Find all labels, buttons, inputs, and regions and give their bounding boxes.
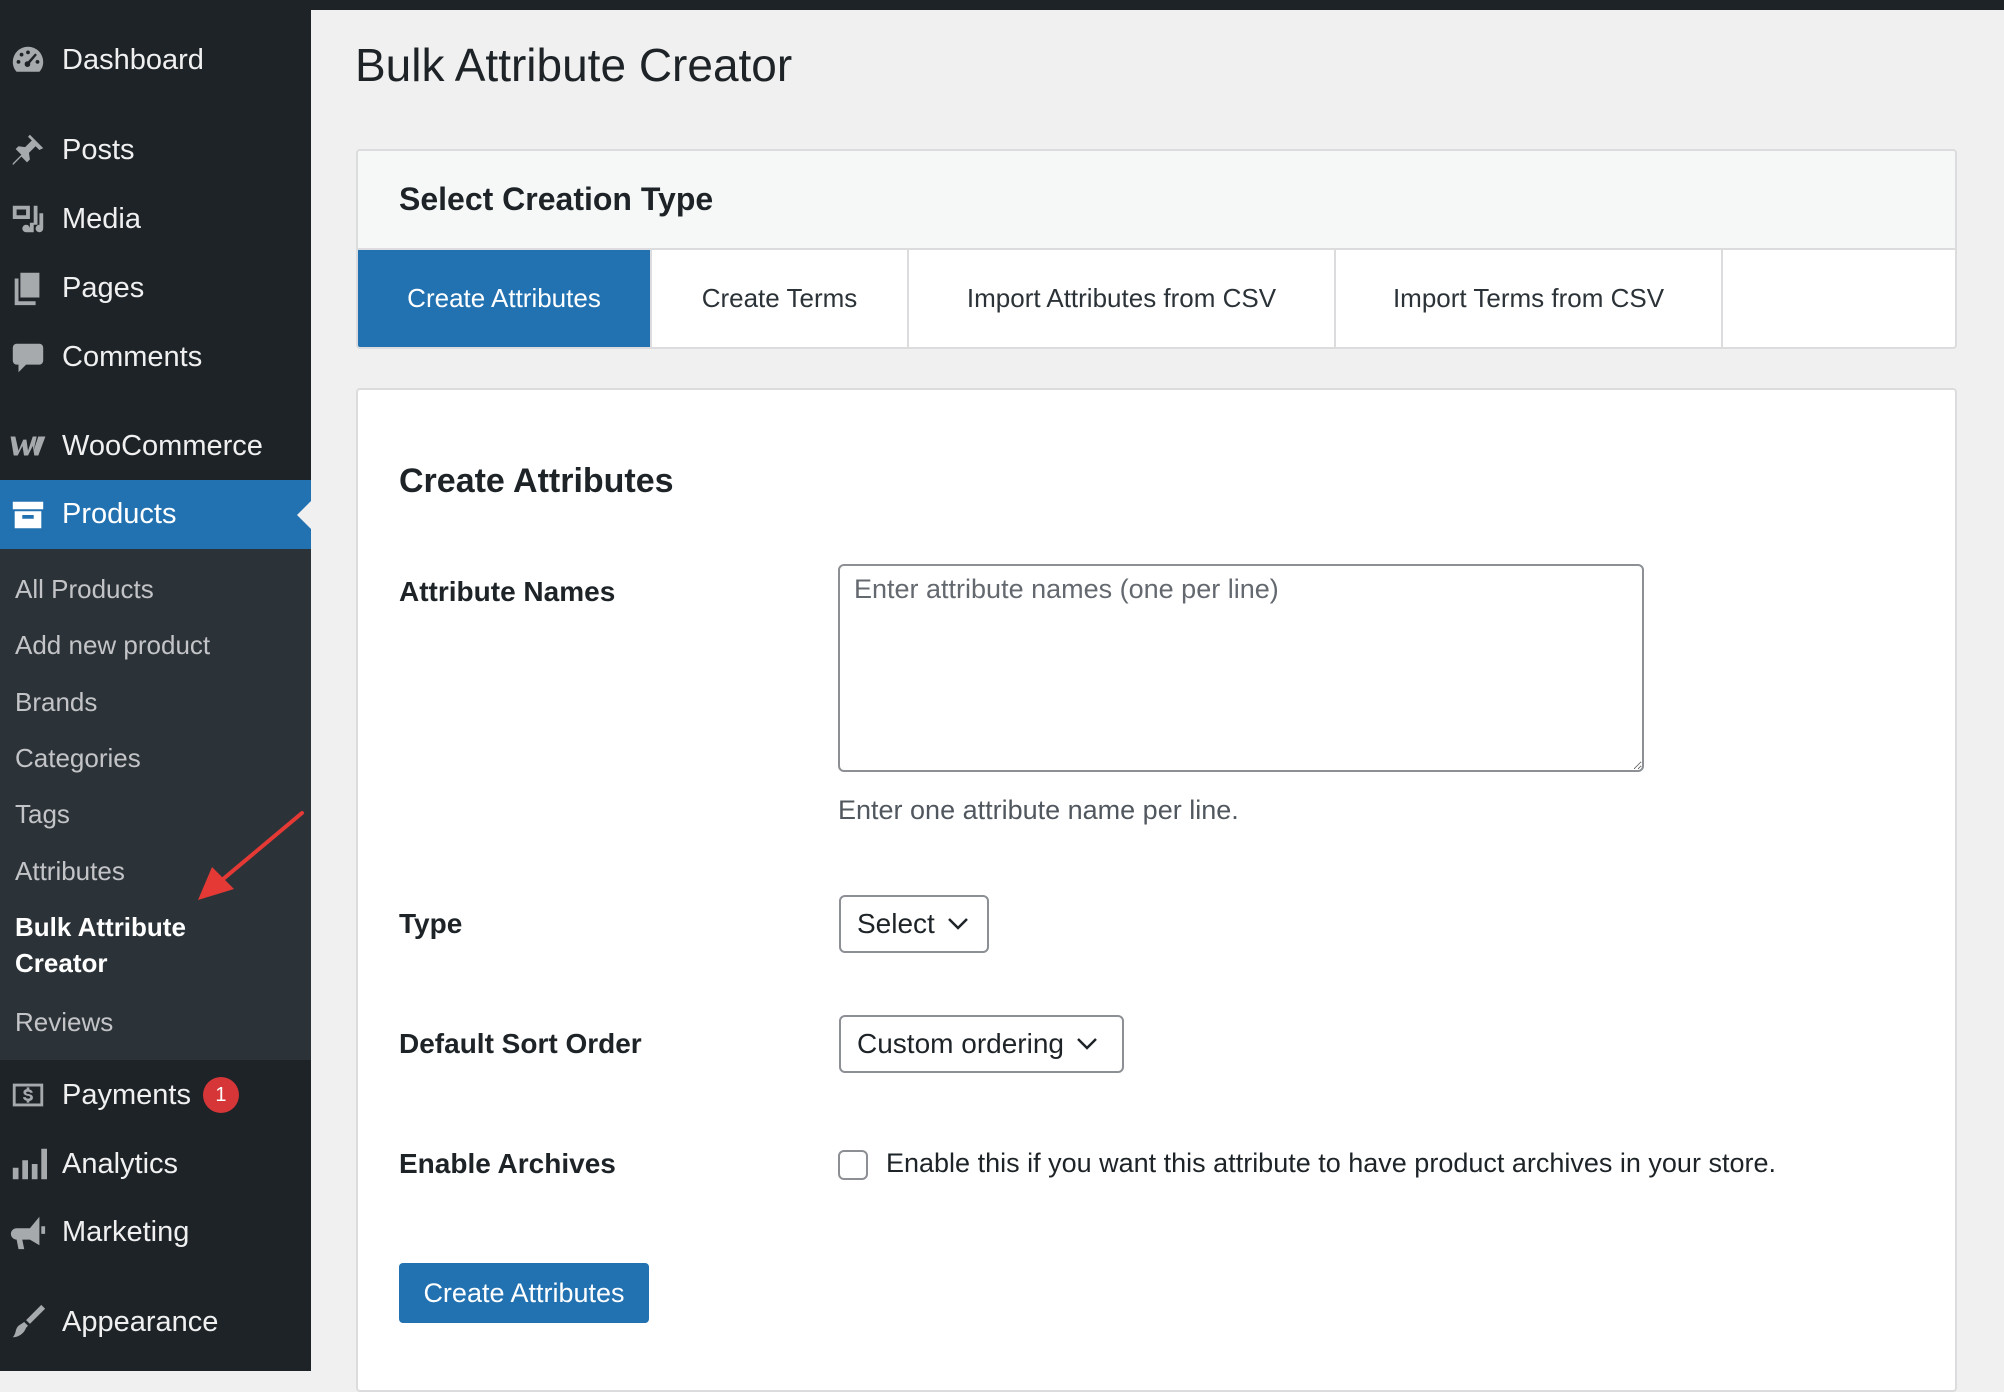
submenu-item-tags[interactable]: Tags [15,796,70,832]
sort-order-select-value: Custom ordering [857,1028,1064,1059]
sidebar-item-appearance[interactable]: Appearance [0,1295,311,1349]
comment-icon [6,335,50,379]
sidebar-item-label: Payments [62,1078,191,1111]
attribute-names-label: Attribute Names [399,576,616,607]
attribute-names-textarea[interactable] [838,564,1644,772]
annotation-arrow [198,811,304,900]
sidebar-item-label: Posts [62,133,135,166]
archive-icon [6,493,50,537]
enable-archives-label: Enable Archives [399,1148,616,1179]
bar-chart-icon [6,1142,50,1186]
sidebar-item-label: Media [62,202,141,235]
sort-order-label: Default Sort Order [399,1028,642,1059]
type-label: Type [399,908,463,939]
type-select[interactable]: Select [839,895,989,953]
sidebar-item-comments[interactable]: Comments [0,330,311,384]
creation-type-heading: Select Creation Type [399,181,714,217]
submenu-item-bulk-attribute-creator[interactable]: Bulk Attribute Creator [15,909,275,981]
chevron-down-icon [1076,1037,1098,1051]
tab-import-attributes-csv[interactable]: Import Attributes from CSV [909,250,1336,347]
submenu-item-add-new-product[interactable]: Add new product [15,627,210,663]
sidebar-item-dashboard[interactable]: Dashboard [0,33,311,87]
sidebar-item-label: Marketing [62,1215,190,1248]
sidebar-item-payments[interactable]: Payments 1 [0,1068,311,1122]
media-icon [6,197,50,241]
create-attributes-button[interactable]: Create Attributes [399,1263,649,1323]
tab-create-attributes[interactable]: Create Attributes [358,250,652,347]
sidebar-item-products[interactable]: Products [0,480,311,549]
submenu-item-all-products[interactable]: All Products [15,571,154,607]
submenu-item-attributes[interactable]: Attributes [15,853,125,889]
submenu-item-reviews[interactable]: Reviews [15,1004,113,1040]
tab-import-terms-csv[interactable]: Import Terms from CSV [1336,250,1723,347]
sidebar-item-marketing[interactable]: Marketing [0,1205,311,1259]
pin-icon [6,128,50,172]
sidebar-item-label: WooCommerce [62,429,263,462]
form-heading: Create Attributes [399,462,674,500]
sidebar-item-media[interactable]: Media [0,192,311,246]
chevron-down-icon [947,917,969,931]
sidebar-item-pages[interactable]: Pages [0,261,311,315]
dashboard-icon [6,38,50,82]
admin-sidebar: Dashboard Posts Media Pages Comments Woo… [0,0,311,1371]
notification-badge: 1 [202,1077,239,1113]
type-select-value: Select [857,908,935,939]
attribute-names-help: Enter one attribute name per line. [838,795,1239,825]
enable-archives-description: Enable this if you want this attribute t… [886,1148,1776,1178]
woocommerce-icon [6,424,50,468]
creation-type-card: Select Creation Type Create Attributes C… [356,149,1957,349]
sidebar-item-label: Appearance [62,1305,219,1338]
megaphone-icon [6,1210,50,1254]
sidebar-item-label: Analytics [62,1147,179,1180]
sidebar-item-woocommerce[interactable]: WooCommerce [0,419,311,473]
creation-type-tabs: Create Attributes Create Terms Import At… [358,250,1955,347]
sort-order-select[interactable]: Custom ordering [839,1015,1124,1073]
brush-icon [6,1300,50,1344]
sidebar-item-label: Dashboard [62,43,204,76]
submenu-item-brands[interactable]: Brands [15,684,97,720]
sidebar-item-label: Pages [62,271,145,304]
enable-archives-checkbox[interactable] [838,1150,868,1180]
create-attributes-form: Create Attributes Attribute Names Enter … [356,388,1957,1392]
sidebar-item-label: Products [62,498,177,530]
pages-icon [6,266,50,310]
tab-create-terms[interactable]: Create Terms [652,250,909,347]
dollar-icon [6,1073,50,1117]
sidebar-item-analytics[interactable]: Analytics [0,1137,311,1191]
creation-type-header: Select Creation Type [358,151,1955,250]
page-title: Bulk Attribute Creator [355,39,793,91]
submenu-item-categories[interactable]: Categories [15,740,141,776]
sidebar-item-label: Comments [62,340,203,373]
sidebar-item-posts[interactable]: Posts [0,123,311,177]
